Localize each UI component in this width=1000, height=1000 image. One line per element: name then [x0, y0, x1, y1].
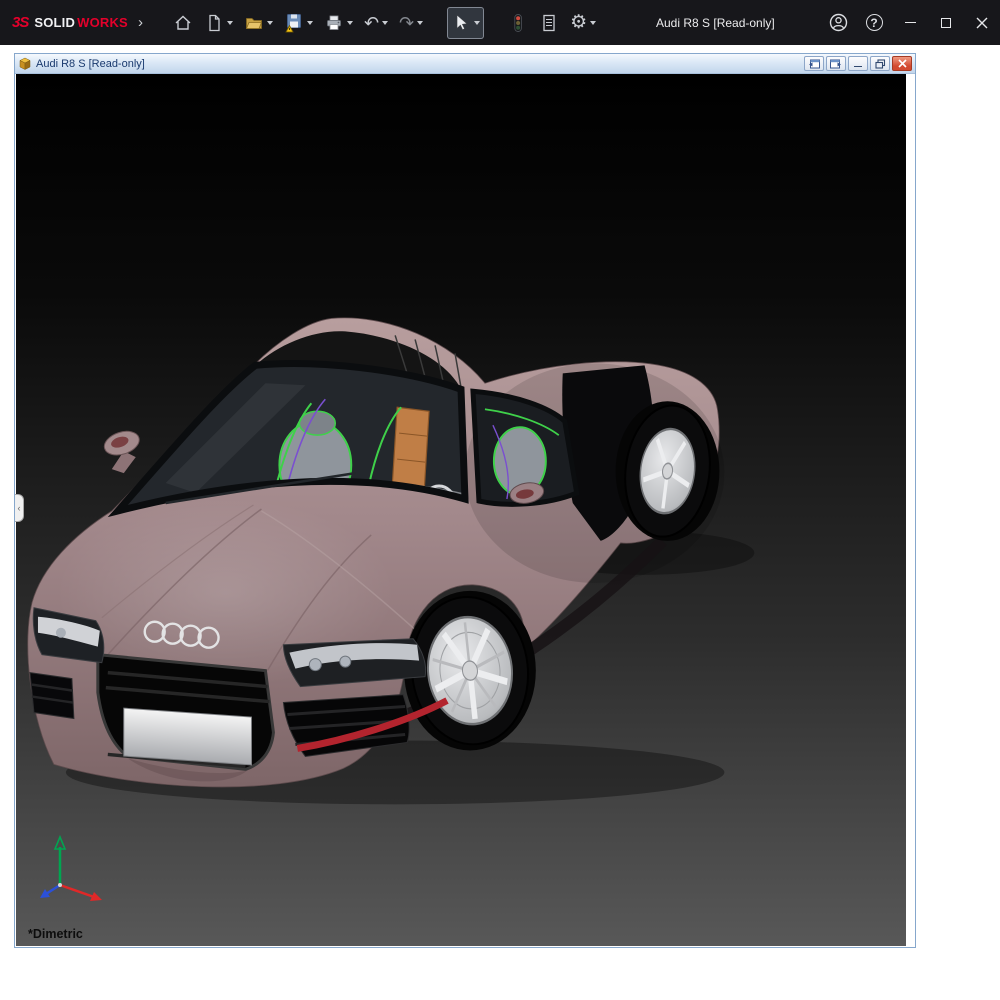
close-button[interactable] — [964, 0, 1000, 45]
minimize-button[interactable] — [892, 0, 928, 45]
undo-icon: ↶ — [364, 14, 379, 32]
solidworks-part-icon — [18, 57, 32, 71]
save-icon — [284, 12, 304, 33]
app-titlebar: 3S SOLIDWORKS › — [0, 0, 1000, 45]
document-minimize-button[interactable] — [848, 56, 868, 71]
axis-y — [55, 837, 65, 885]
brand-works-text: WORKS — [77, 15, 128, 30]
file-properties-icon — [539, 13, 559, 33]
grille — [98, 655, 274, 770]
account-icon — [829, 13, 848, 32]
app-title: Audi R8 S [Read-only] — [656, 0, 775, 45]
pane-toggle-right-button[interactable] — [826, 56, 846, 71]
doc-close-icon — [898, 59, 907, 68]
document-window-buttons — [804, 56, 912, 71]
document-window: Audi R8 S [Read-only] — [14, 53, 916, 948]
dropdown-arrow-icon[interactable] — [417, 21, 423, 25]
view-orientation-label: *Dimetric — [28, 927, 83, 941]
pane-toggle-left-icon — [808, 59, 820, 69]
dropdown-arrow-icon[interactable] — [474, 21, 480, 25]
file-properties-button[interactable] — [535, 7, 563, 39]
account-button[interactable] — [820, 0, 856, 45]
document-titlebar[interactable]: Audi R8 S [Read-only] — [15, 54, 915, 74]
dropdown-arrow-icon[interactable] — [227, 21, 233, 25]
document-title: Audi R8 S [Read-only] — [36, 58, 145, 70]
close-icon — [976, 17, 988, 29]
graphics-viewport[interactable]: *Dimetric — [16, 74, 906, 946]
new-document-icon — [204, 13, 224, 33]
home-icon — [173, 13, 193, 33]
left-air-intake — [30, 673, 74, 719]
dropdown-arrow-icon[interactable] — [590, 21, 596, 25]
expand-toolbar-icon[interactable]: › — [138, 15, 143, 30]
collapse-pane-tab[interactable]: ‹ — [15, 494, 24, 522]
rebuild-button[interactable] — [504, 7, 532, 39]
axis-z — [40, 885, 60, 898]
dropdown-arrow-icon[interactable] — [382, 21, 388, 25]
options-gear-icon: ⚙ — [570, 13, 587, 32]
pane-toggle-right-icon — [830, 59, 842, 69]
redo-icon: ↷ — [399, 14, 414, 32]
quick-access-toolbar: ↶ ↷ ⚙ — [169, 7, 600, 39]
right-headlight — [283, 639, 425, 687]
open-button[interactable] — [240, 7, 277, 39]
dropdown-arrow-icon[interactable] — [347, 21, 353, 25]
dropdown-arrow-icon[interactable] — [267, 21, 273, 25]
help-button[interactable]: ? — [856, 0, 892, 45]
window-controls: ? — [820, 0, 1000, 45]
axis-x — [60, 885, 102, 901]
save-button[interactable] — [280, 7, 317, 39]
options-button[interactable]: ⚙ — [566, 7, 600, 39]
select-cursor-icon — [451, 13, 471, 33]
maximize-button[interactable] — [928, 0, 964, 45]
undo-button[interactable]: ↶ — [360, 7, 392, 39]
select-tool-button[interactable] — [447, 7, 484, 39]
minimize-icon — [905, 22, 916, 24]
redo-button[interactable]: ↷ — [395, 7, 427, 39]
document-close-button[interactable] — [892, 56, 912, 71]
maximize-icon — [941, 18, 951, 28]
home-button[interactable] — [169, 7, 197, 39]
dropdown-arrow-icon[interactable] — [307, 21, 313, 25]
brand-solid-text: SOLID — [34, 15, 75, 30]
car-3d-model[interactable] — [16, 74, 906, 946]
rebuild-traffic-light-icon — [508, 13, 528, 33]
orientation-triad[interactable] — [32, 833, 112, 908]
doc-minimize-icon — [854, 66, 862, 68]
print-button[interactable] — [320, 7, 357, 39]
new-document-button[interactable] — [200, 7, 237, 39]
doc-restore-icon — [875, 59, 886, 69]
document-restore-button[interactable] — [870, 56, 890, 71]
left-mirror[interactable] — [101, 427, 142, 473]
help-icon: ? — [866, 14, 883, 31]
print-icon — [324, 13, 344, 33]
3ds-logo-icon: 3S — [12, 14, 28, 31]
pane-toggle-left-button[interactable] — [804, 56, 824, 71]
solidworks-logo[interactable]: 3S SOLIDWORKS — [0, 14, 128, 31]
open-icon — [244, 13, 264, 33]
license-plate — [124, 708, 252, 765]
